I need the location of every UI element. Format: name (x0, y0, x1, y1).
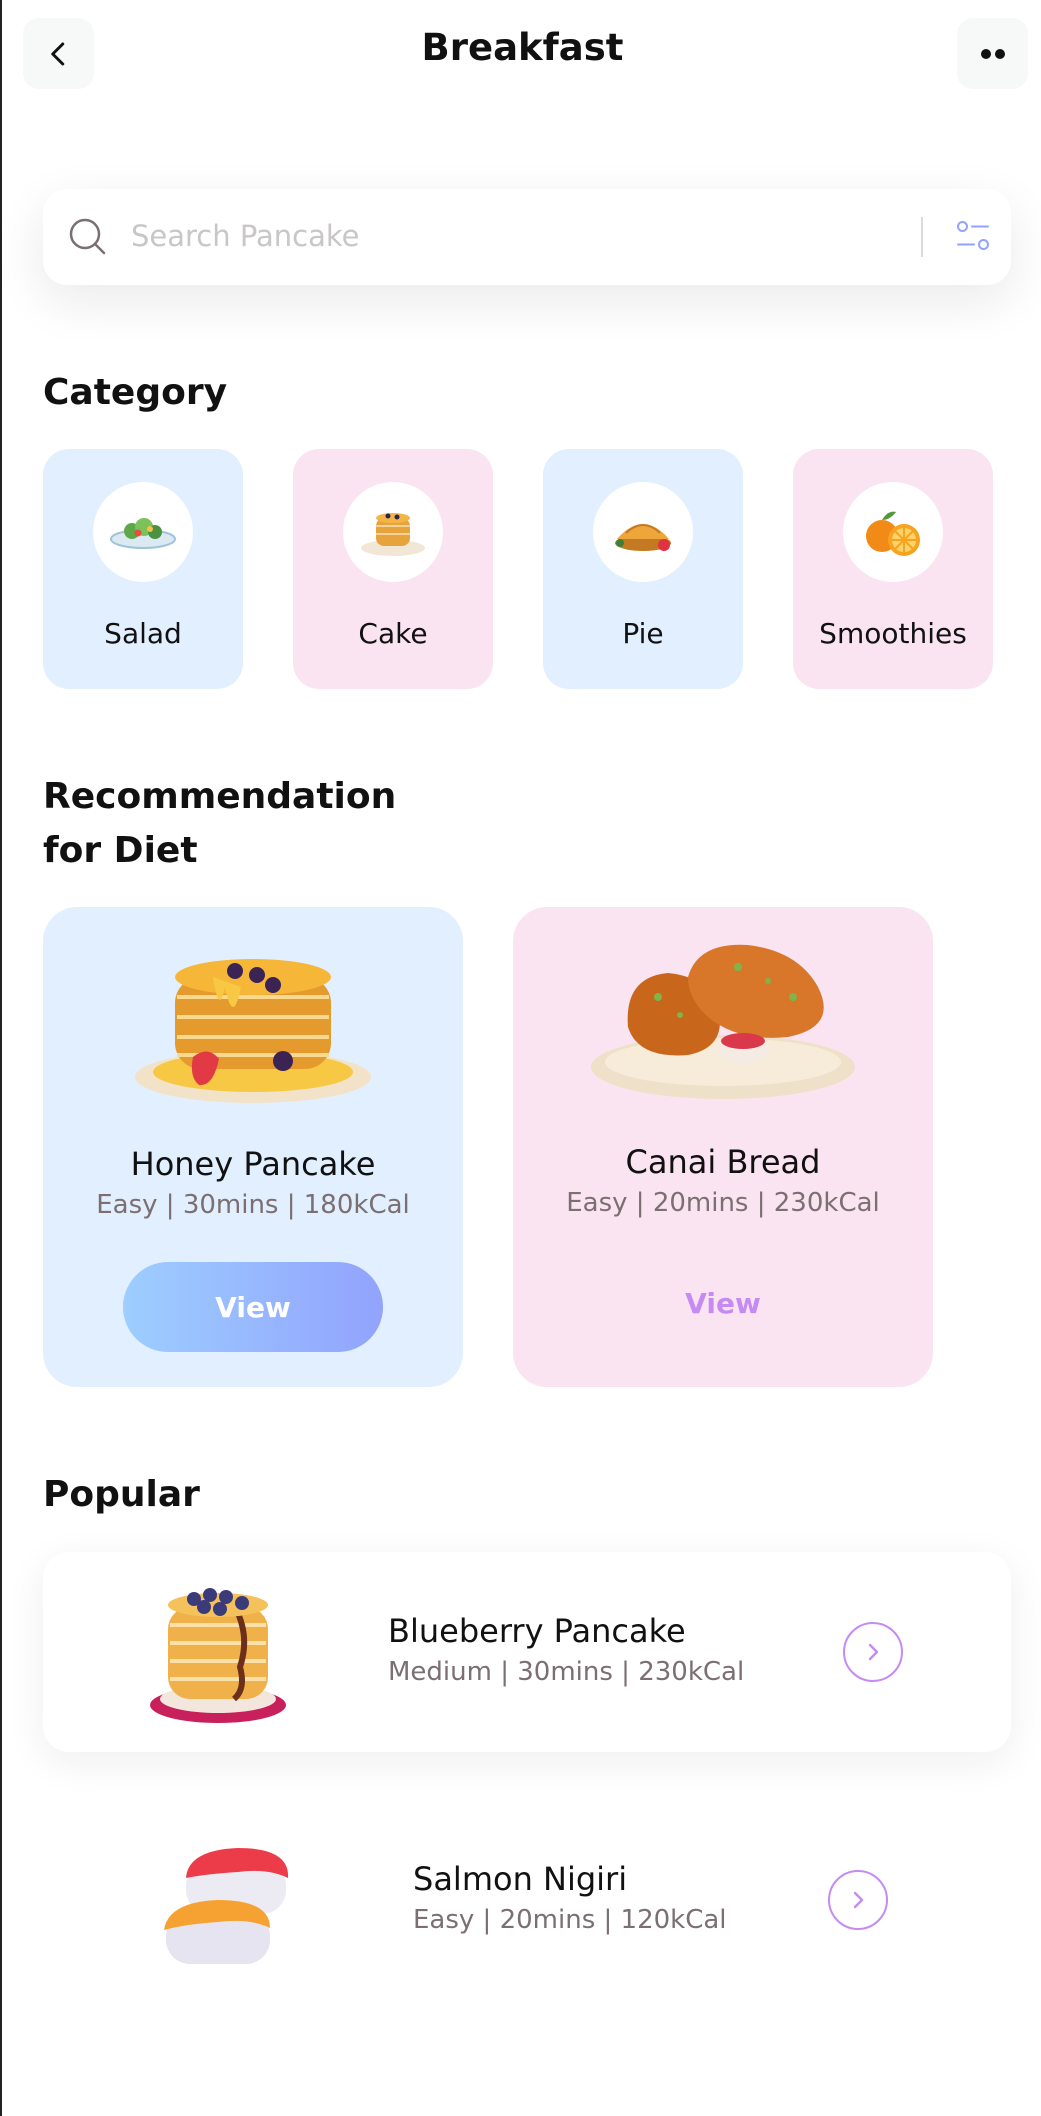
popular-item-salmon-nigiri[interactable]: Salmon Nigiri Easy | 20mins | 120kCal (43, 1802, 1011, 2002)
pancake-icon (343, 482, 443, 582)
recommendation-title-line2: for Diet (43, 830, 198, 871)
recipe-meta: Easy | 20mins | 120kCal (413, 1905, 727, 1935)
category-card-salad[interactable]: Salad (43, 449, 243, 689)
recommendation-title-line1: Recommendation (43, 776, 397, 817)
recipe-meta: Easy | 20mins | 230kCal (566, 1188, 880, 1218)
search-icon (69, 218, 106, 255)
category-card-pie[interactable]: Pie (543, 449, 743, 689)
salad-icon (93, 482, 193, 582)
page-title: Breakfast (421, 26, 624, 69)
more-button[interactable] (957, 18, 1028, 89)
category-label: Smoothies (819, 617, 967, 650)
pie-icon (593, 482, 693, 582)
recipe-name: Salmon Nigiri (413, 1860, 628, 1898)
recommendation-card-honey-pancake[interactable]: Honey Pancake Easy | 30mins | 180kCal Vi… (43, 907, 463, 1387)
filter-icon[interactable] (956, 219, 990, 253)
open-recipe-button[interactable] (843, 1622, 903, 1682)
recipe-name: Blueberry Pancake (388, 1612, 686, 1650)
category-card-cake[interactable]: Cake (293, 449, 493, 689)
recommendation-card-canai-bread[interactable]: Canai Bread Easy | 20mins | 230kCal View (513, 907, 933, 1387)
category-card-smoothies[interactable]: Smoothies (793, 449, 993, 689)
recipe-name: Canai Bread (625, 1143, 821, 1181)
salmon-nigiri-image (164, 1848, 289, 1964)
popular-item-blueberry-pancake[interactable]: Blueberry Pancake Medium | 30mins | 230k… (43, 1552, 1011, 1752)
canai-bread-image (591, 944, 855, 1099)
orange-icon (843, 482, 943, 582)
chevron-right-icon (868, 1643, 879, 1661)
recipe-meta: Easy | 30mins | 180kCal (96, 1190, 410, 1220)
view-button[interactable]: View (513, 1287, 933, 1320)
recipe-meta: Medium | 30mins | 230kCal (388, 1657, 745, 1687)
category-label: Pie (622, 617, 664, 650)
open-recipe-button[interactable] (828, 1870, 888, 1930)
search-input[interactable]: Search Pancake (131, 219, 360, 253)
category-label: Salad (104, 617, 182, 650)
recipe-name: Honey Pancake (130, 1145, 376, 1183)
search-bar[interactable]: Search Pancake (43, 189, 1011, 285)
more-horizontal-icon (980, 48, 1005, 59)
chevron-right-icon (853, 1891, 864, 1909)
search-divider (921, 217, 923, 257)
honey-pancake-image (135, 959, 371, 1103)
blueberry-pancake-image (150, 1588, 286, 1723)
view-button[interactable]: View (123, 1262, 383, 1352)
popular-title: Popular (43, 1474, 200, 1515)
category-label: Cake (358, 617, 428, 650)
category-title: Category (43, 372, 228, 413)
